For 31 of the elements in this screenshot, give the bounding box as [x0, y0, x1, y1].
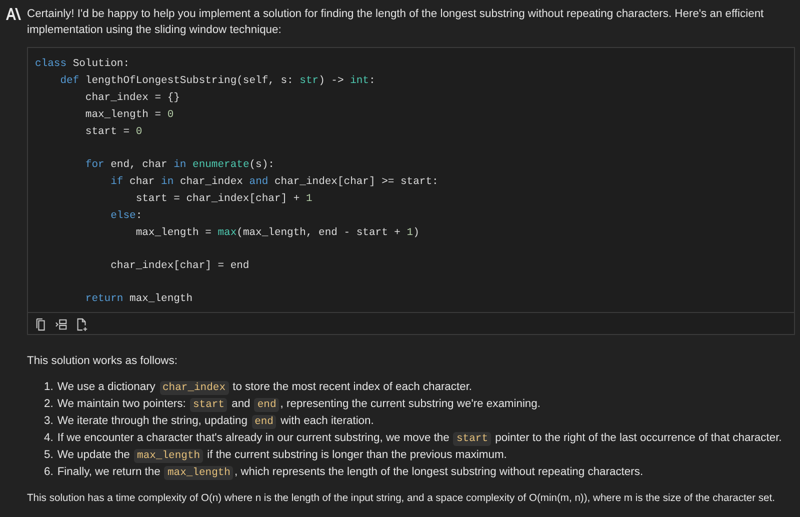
code-line: start = char_index[char] + 1	[134, 192, 314, 207]
list-number: 4.	[44, 431, 54, 446]
list-item-text: If we encounter a character that's already in our current substring, we move the start pointer to the right of the last occurrence of that character.	[57, 431, 782, 447]
list-item-text: Finally, we return the max_length , which represents the length of the longest substring without repeating characters.	[57, 465, 644, 481]
code-line: max_length = max(max_length, end - start + 1)	[134, 226, 420, 241]
code-line: if char in char_index and char_index[char] >= start:	[110, 175, 440, 190]
copy-icon[interactable]	[35, 318, 48, 331]
message-text: Certainly! I'd be happy to help you implement a solution for finding the length of the longest substring without repeating characters. Here's an efficient implementation using the sliding window technique:	[27, 7, 765, 38]
list-item-text: We maintain two pointers: start and end , representing the current substring we're examining.	[57, 397, 540, 413]
code-line: char_index = {}	[84, 91, 181, 106]
code-line: for end, char in enumerate(s):	[84, 158, 276, 173]
paragraph-text: This solution has a time complexity of O(n) where n is the length of the input string, and a space complexity of O(min(m, n)), where m is the size of the character set.	[27, 492, 776, 506]
list-number: 2.	[44, 397, 54, 412]
code-line: else:	[110, 209, 144, 224]
list-number: 5.	[44, 448, 54, 463]
list-item-text: We use a dictionary char_index to store the most recent index of each character.	[57, 380, 472, 396]
list-number: 1.	[44, 380, 54, 395]
code-line: start = 0	[84, 125, 144, 140]
paragraph-text: This solution works as follows:	[27, 354, 178, 369]
code-line: char_index[char] = end	[110, 259, 250, 274]
code-line: class Solution:	[35, 57, 131, 72]
code-line: max_length = 0	[84, 108, 175, 123]
list-number: 6.	[44, 465, 54, 480]
logo-icon	[5, 8, 21, 20]
code-line: def lengthOfLongestSubstring(self, s: str) -> int:	[59, 74, 376, 89]
insert-icon[interactable]	[55, 318, 68, 331]
list-item-text: We iterate through the string, updating end with each iteration.	[57, 414, 374, 430]
code-line: return max_length	[84, 292, 194, 307]
list-number: 3.	[44, 414, 54, 429]
new-file-icon[interactable]	[75, 318, 88, 331]
list-item-text: We update the max_length if the current substring is longer than the previous maximum.	[57, 448, 507, 464]
